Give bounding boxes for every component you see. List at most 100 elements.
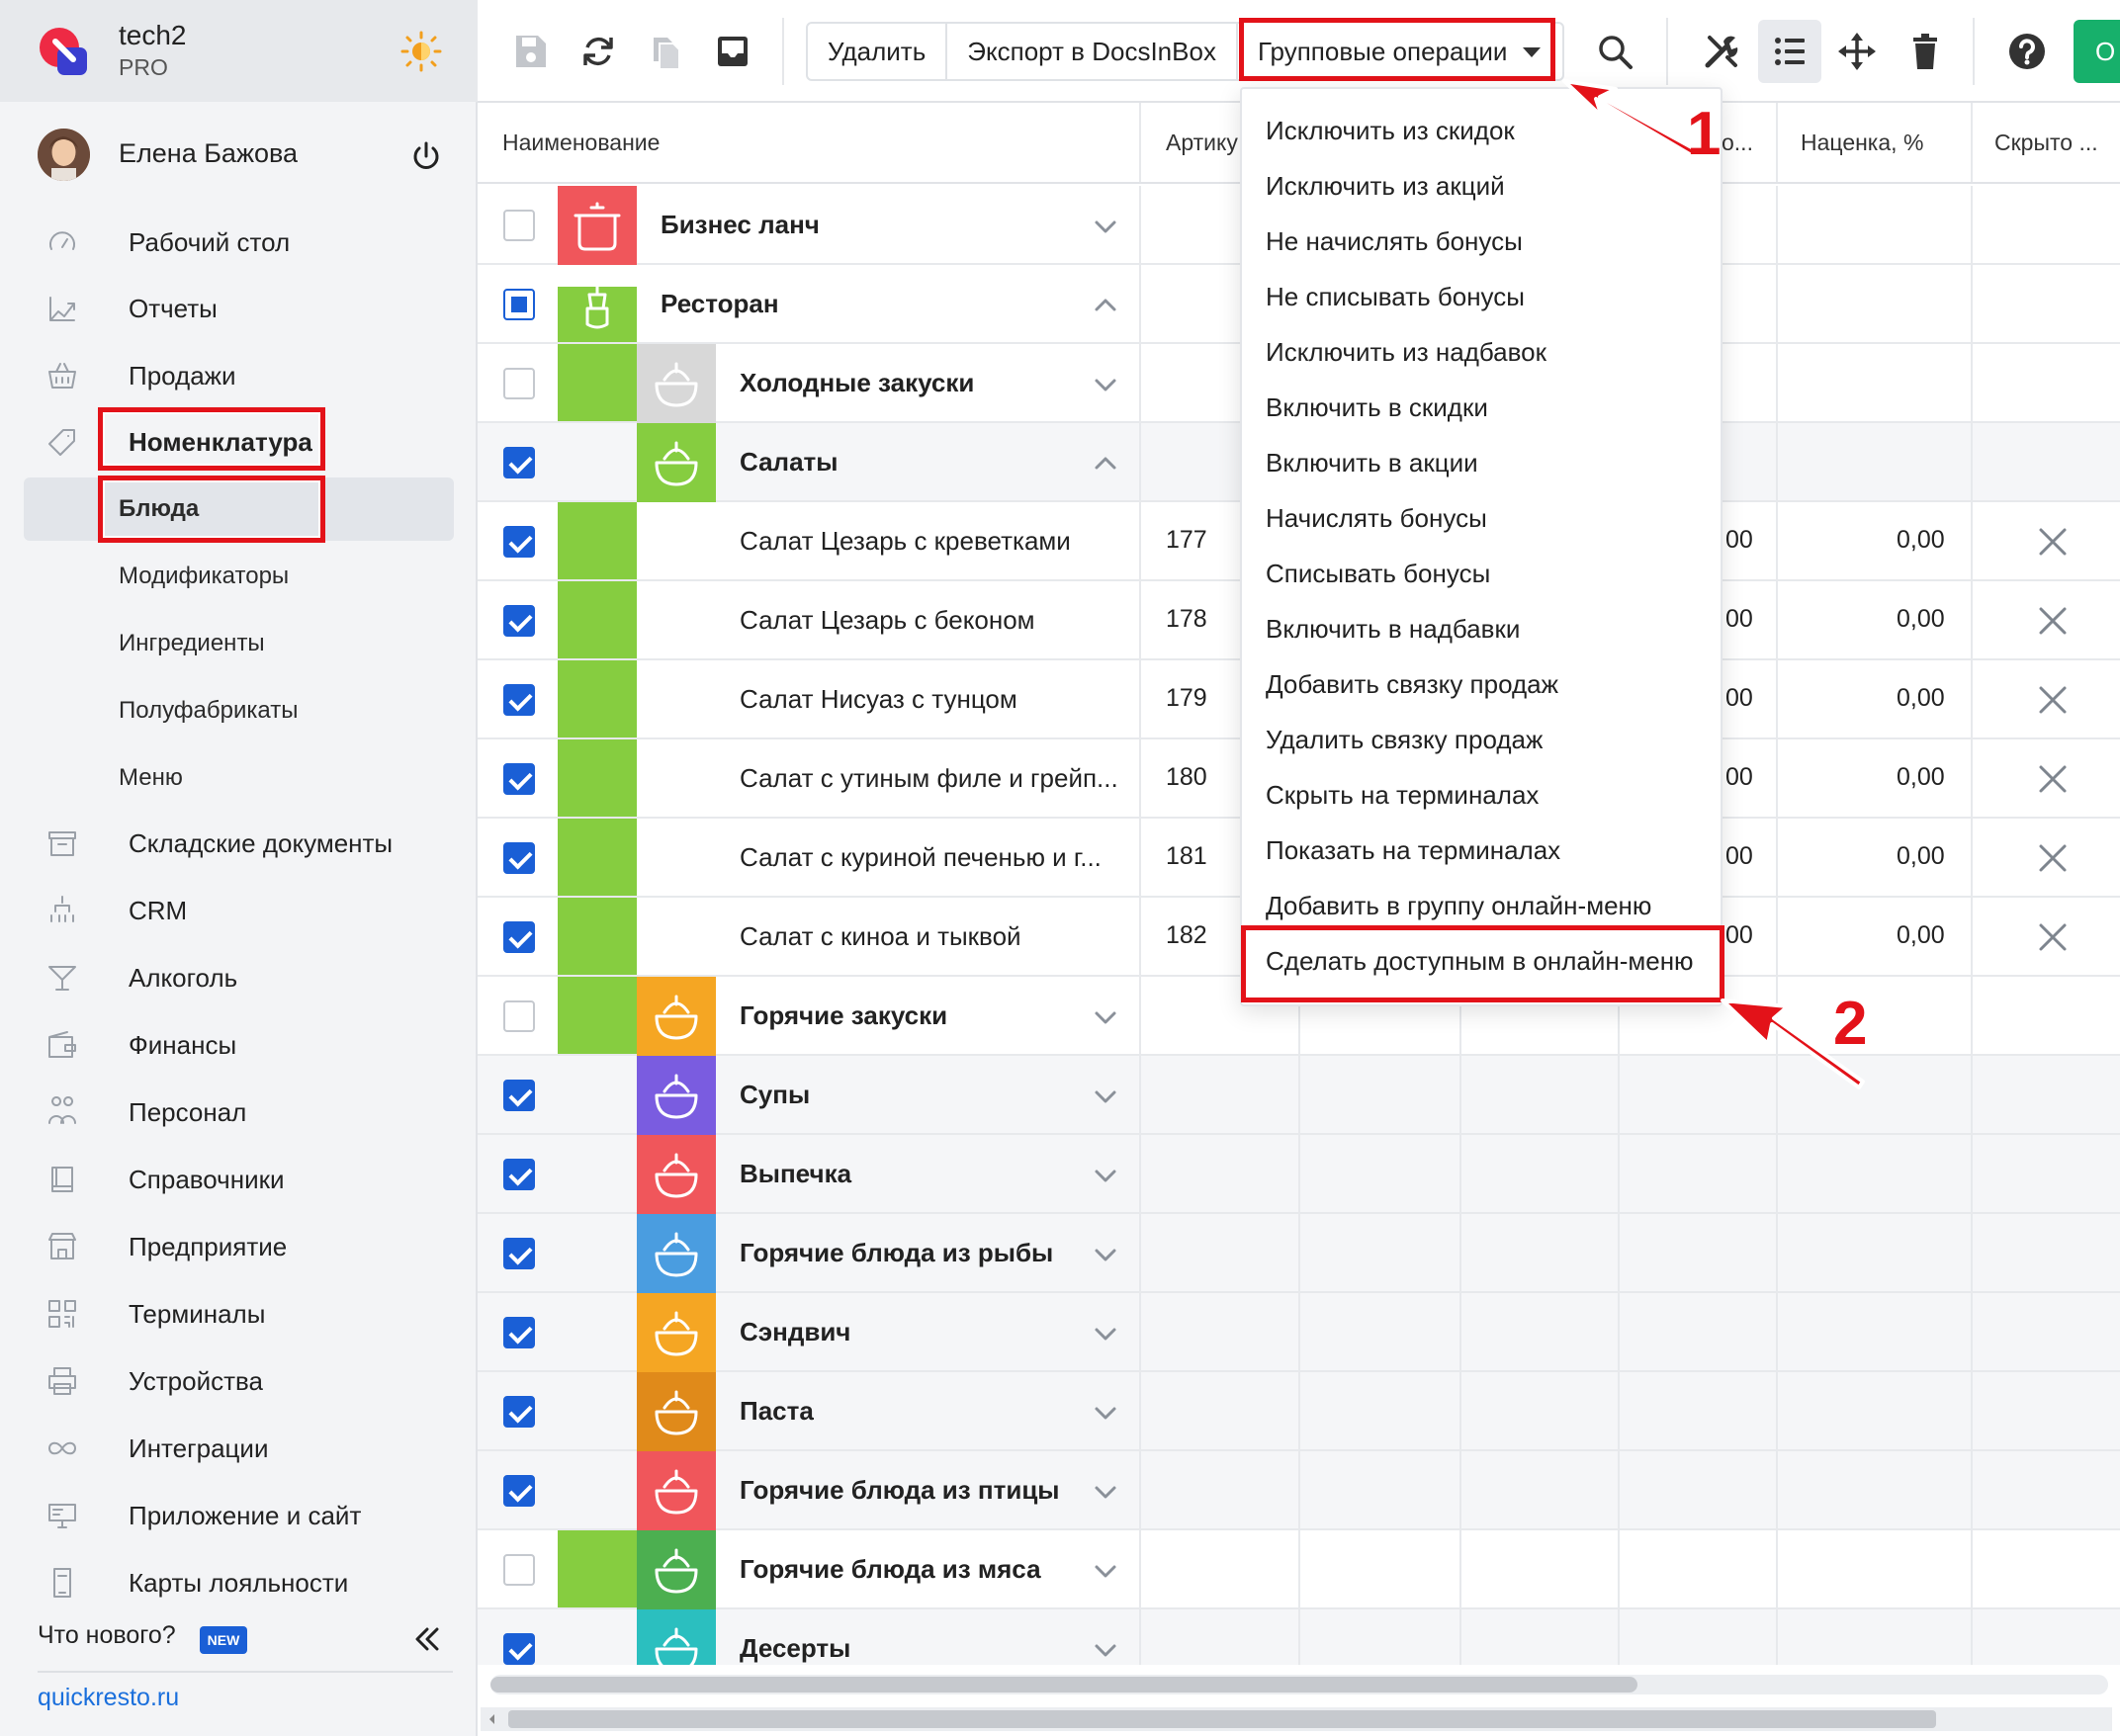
list-view-icon[interactable] (1768, 30, 1811, 73)
menu-item-9[interactable]: Включить в надбавки (1242, 601, 1721, 656)
copy-icon[interactable] (644, 30, 687, 73)
sidebar-item-5[interactable]: CRM (0, 878, 478, 941)
sidebar-item-13[interactable]: Интеграции (0, 1416, 478, 1479)
scroll-left-icon[interactable] (481, 1707, 504, 1731)
menu-item-7[interactable]: Начислять бонусы (1242, 490, 1721, 546)
sidebar-item-15[interactable]: Карты лояльности (0, 1550, 478, 1613)
sidebar-subitem-3[interactable]: Полуфабрикаты (0, 679, 478, 742)
row-checkbox[interactable] (503, 842, 535, 874)
row-checkbox[interactable] (503, 1000, 535, 1032)
sidebar-item-label: Справочники (129, 1165, 285, 1194)
sidebar-subitem-1[interactable]: Модификаторы (0, 545, 478, 608)
table-row[interactable]: Десерты (478, 1609, 2120, 1665)
row-checkbox[interactable] (503, 368, 535, 399)
delete-button[interactable]: Удалить (808, 24, 948, 79)
chevron-down-icon[interactable] (1091, 1635, 1120, 1665)
move-icon[interactable] (1835, 30, 1879, 73)
sidebar-item-8[interactable]: Персонал (0, 1080, 478, 1143)
sidebar-item-2[interactable]: Продажи (0, 343, 478, 406)
sidebar-item-9[interactable]: Справочники (0, 1147, 478, 1210)
sidebar-item-11[interactable]: Терминалы (0, 1281, 478, 1345)
sidebar-item-10[interactable]: Предприятие (0, 1214, 478, 1277)
chevron-down-icon[interactable] (1091, 1082, 1120, 1111)
sidebar-item-7[interactable]: Финансы (0, 1012, 478, 1076)
table-row[interactable]: Выпечка (478, 1135, 2120, 1214)
article-cell: 180 (1166, 763, 1207, 791)
chevron-down-icon[interactable] (1091, 1398, 1120, 1428)
site-link[interactable]: quickresto.ru (38, 1684, 179, 1712)
scrollbar-thumb[interactable] (490, 1677, 1637, 1693)
menu-item-4[interactable]: Исключить из надбавок (1242, 324, 1721, 380)
sidebar-subitem-4[interactable]: Меню (0, 746, 478, 810)
help-icon[interactable] (2005, 30, 2049, 73)
row-checkbox[interactable] (503, 684, 535, 716)
row-checkbox[interactable] (503, 1317, 535, 1348)
sidebar-item-1[interactable]: Отчеты (0, 276, 478, 339)
row-checkbox[interactable] (503, 1633, 535, 1665)
theme-sun-icon[interactable] (399, 30, 443, 73)
table-row[interactable]: Горячие блюда из рыбы (478, 1214, 2120, 1293)
chevron-down-icon[interactable] (1091, 1002, 1120, 1032)
chevron-down-icon[interactable] (1091, 1240, 1120, 1269)
row-checkbox[interactable] (503, 210, 535, 241)
menu-item-3[interactable]: Не списывать бонусы (1242, 269, 1721, 324)
menu-item-5[interactable]: Включить в скидки (1242, 380, 1721, 435)
table-row[interactable]: Паста (478, 1372, 2120, 1451)
sidebar-item-12[interactable]: Устройства (0, 1348, 478, 1412)
row-checkbox[interactable] (503, 1554, 535, 1586)
table-row[interactable]: Сэндвич (478, 1293, 2120, 1372)
menu-item-8[interactable]: Списывать бонусы (1242, 546, 1721, 601)
row-checkbox[interactable] (503, 447, 535, 478)
collapse-sidebar-icon[interactable] (409, 1621, 445, 1657)
row-checkbox[interactable] (503, 1238, 535, 1269)
menu-item-2[interactable]: Не начислять бонусы (1242, 214, 1721, 269)
menu-item-12[interactable]: Скрыть на терминалах (1242, 767, 1721, 823)
save-icon[interactable] (508, 30, 552, 73)
export-docsinbox-button[interactable]: Экспорт в DocsInBox (947, 24, 1238, 79)
menu-item-11[interactable]: Удалить связку продаж (1242, 712, 1721, 767)
sidebar-item-14[interactable]: Приложение и сайт (0, 1483, 478, 1546)
chevron-down-icon[interactable] (1091, 1556, 1120, 1586)
sidebar-item-0[interactable]: Рабочий стол (0, 210, 478, 273)
horizontal-scrollbar[interactable] (490, 1675, 2108, 1694)
sidebar-item-4[interactable]: Складские документы (0, 811, 478, 874)
chevron-down-icon[interactable] (1091, 370, 1120, 399)
table-row[interactable]: Горячие блюда из мяса (478, 1530, 2120, 1609)
chevron-down-icon[interactable] (1091, 1319, 1120, 1348)
trash-icon[interactable] (1903, 30, 1947, 73)
refresh-icon[interactable] (576, 30, 620, 73)
logout-power-icon[interactable] (409, 139, 443, 173)
value-cell: 00 (1725, 921, 1753, 949)
row-checkbox[interactable] (503, 1396, 535, 1428)
table-row[interactable]: Горячие блюда из птицы (478, 1451, 2120, 1530)
row-checkbox[interactable] (503, 763, 535, 795)
header-markup[interactable]: Наценка, % (1801, 130, 1923, 156)
whats-new-link[interactable]: Что нового? (38, 1621, 176, 1650)
chevron-up-icon[interactable] (1091, 449, 1120, 478)
chevron-down-icon[interactable] (1091, 212, 1120, 241)
row-checkbox[interactable] (503, 1159, 535, 1190)
row-checkbox[interactable] (503, 1080, 535, 1111)
inbox-icon[interactable] (711, 30, 754, 73)
green-action-button[interactable]: О (2074, 20, 2120, 83)
row-checkbox[interactable] (503, 605, 535, 637)
menu-item-13[interactable]: Показать на терминалах (1242, 823, 1721, 878)
window-scrollbar[interactable] (481, 1707, 2112, 1731)
hidden-x-icon (2039, 528, 2067, 556)
chevron-up-icon[interactable] (1091, 291, 1120, 320)
chevron-down-icon[interactable] (1091, 1477, 1120, 1507)
row-checkbox[interactable] (503, 1475, 535, 1507)
header-hidden[interactable]: Скрыто ... (1994, 130, 2098, 156)
sidebar-item-6[interactable]: Алкоголь (0, 945, 478, 1008)
chevron-down-icon[interactable] (1091, 1161, 1120, 1190)
menu-item-6[interactable]: Включить в акции (1242, 435, 1721, 490)
menu-item-10[interactable]: Добавить связку продаж (1242, 656, 1721, 712)
sidebar-subitem-2[interactable]: Ингредиенты (0, 612, 478, 675)
row-checkbox[interactable] (503, 289, 535, 320)
scrollbar-thumb[interactable] (508, 1710, 1936, 1728)
header-article[interactable]: Артику (1166, 130, 1238, 156)
row-checkbox[interactable] (503, 526, 535, 558)
header-name[interactable]: Наименование (502, 130, 660, 156)
user-profile[interactable]: Елена Бажова (0, 124, 478, 185)
row-checkbox[interactable] (503, 921, 535, 953)
